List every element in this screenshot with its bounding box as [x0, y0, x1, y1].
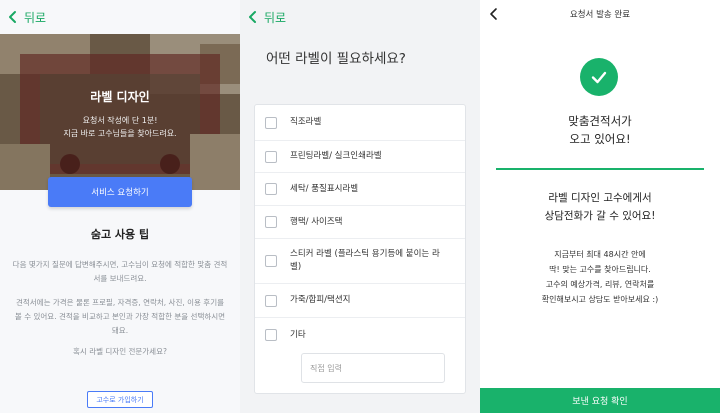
option-label: 스티커 라벨 (플라스틱 용기등에 붙이는 라벨): [290, 249, 440, 272]
hero-subtitle: 요청서 작성에 단 1분! 지금 바로 고수님들을 찾아드려요.: [0, 114, 240, 140]
option-item[interactable]: 가죽/합피/택션지: [255, 284, 465, 318]
chevron-left-icon[interactable]: [488, 7, 500, 21]
chevron-left-icon: [249, 11, 256, 23]
completion-description: 지금부터 최대 48시간 안에 딱! 맞는 고수를 찾아드립니다. 고수의 예상…: [480, 247, 720, 307]
option-label: 행택/ 사이즈택: [290, 216, 343, 227]
back-nav[interactable]: 뒤로: [0, 0, 240, 34]
option-item[interactable]: 프린팅라벨/ 실크인쇄라벨: [255, 141, 465, 173]
divider: [496, 168, 704, 170]
tips-paragraph: 다음 몇가지 질문에 답변해주시면, 고수님이 요청에 적합한 맞춤 견적서를 …: [12, 260, 228, 283]
label-type-screen: 뒤로 어떤 라벨이 필요하세요? 직조라벨 프린팅라벨/ 실크인쇄라벨 세탁/ …: [240, 0, 480, 413]
checkbox[interactable]: [265, 116, 277, 129]
checkbox[interactable]: [265, 150, 277, 163]
option-item[interactable]: 직조라벨: [255, 105, 465, 141]
view-sent-requests-button[interactable]: 보낸 요청 확인: [480, 388, 720, 413]
back-label: 뒤로: [264, 10, 287, 25]
options-card: 직조라벨 프린팅라벨/ 실크인쇄라벨 세탁/ 품질표시라벨 행택/ 사이즈택 스…: [254, 104, 466, 394]
top-bar: 요청서 발송 완료: [480, 0, 720, 28]
option-label: 가죽/합피/택션지: [290, 295, 351, 305]
hero-title: 라벨 디자인: [90, 90, 150, 104]
service-intro-screen: 뒤로 라벨 디자인 요청서 작성에 단 1분! 지금 바로 고수님들을 찾아드려…: [0, 0, 240, 413]
tips-title: 숨고 사용 팁: [90, 228, 150, 241]
checkmark-icon: [591, 71, 607, 84]
option-item[interactable]: 행택/ 사이즈택: [255, 206, 465, 239]
option-label: 세탁/ 품질표시라벨: [290, 183, 359, 194]
chevron-left-icon: [9, 11, 16, 23]
question-title: 어떤 라벨이 필요하세요?: [266, 51, 406, 67]
completion-subtitle: 라벨 디자인 고수에게서 상담전화가 갈 수 있어요!: [480, 189, 720, 225]
completion-title: 맞춤견적서가 오고 있어요!: [480, 112, 720, 148]
completion-subtitle-line: 상담전화가 갈 수 있어요!: [544, 210, 656, 222]
hero-overlay: [0, 34, 240, 190]
hero-subtitle-line: 지금 바로 고수님들을 찾아드려요.: [63, 129, 177, 138]
expert-question: 혹시 라벨 디자인 전문가세요?: [73, 347, 167, 356]
checkbox[interactable]: [265, 255, 277, 267]
checkbox[interactable]: [265, 216, 277, 228]
option-item[interactable]: 기타: [255, 318, 465, 352]
completion-title-line: 맞춤견적서가: [568, 114, 632, 128]
check-icon: [580, 58, 618, 96]
request-service-button[interactable]: 서비스 요청하기: [48, 177, 192, 207]
hero-subtitle-line: 요청서 작성에 단 1분!: [82, 116, 158, 125]
description-line: 지금부터 최대 48시간 안에: [554, 250, 646, 259]
completion-subtitle-line: 라벨 디자인 고수에게서: [548, 192, 652, 204]
tips-paragraph: 견적서에는 가격은 물론 프로필, 자격증, 연락처, 사진, 이용 후기를 볼…: [14, 298, 226, 335]
back-nav[interactable]: 뒤로: [240, 0, 480, 34]
description-line: 고수의 예상가격, 리뷰, 연락처를: [545, 280, 655, 289]
hero-image: 라벨 디자인 요청서 작성에 단 1분! 지금 바로 고수님들을 찾아드려요.: [0, 34, 240, 190]
request-complete-screen: 요청서 발송 완료 맞춤견적서가 오고 있어요! 라벨 디자인 고수에게서 상담…: [480, 0, 720, 413]
option-item[interactable]: 스티커 라벨 (플라스틱 용기등에 붙이는 라벨): [255, 239, 465, 284]
completion-title-line: 오고 있어요!: [569, 132, 631, 146]
option-item[interactable]: 세탁/ 품질표시라벨: [255, 173, 465, 206]
checkbox[interactable]: [265, 329, 277, 341]
option-label: 기타: [290, 329, 306, 340]
back-label: 뒤로: [24, 10, 47, 25]
checkbox[interactable]: [265, 294, 277, 307]
bar-title: 요청서 발송 완료: [569, 10, 631, 20]
direct-input-field[interactable]: 직접 입력: [301, 353, 445, 383]
join-as-expert-button[interactable]: 고수로 가입하기: [87, 391, 153, 408]
checkbox[interactable]: [265, 183, 277, 195]
option-label: 직조라벨: [290, 117, 322, 127]
description-line: 확인해보시고 상담도 받아보세요 :): [541, 295, 659, 304]
option-label: 프린팅라벨/ 실크인쇄라벨: [290, 151, 382, 161]
stage: 뒤로 라벨 디자인 요청서 작성에 단 1분! 지금 바로 고수님들을 찾아드려…: [0, 0, 720, 413]
description-line: 딱! 맞는 고수를 찾아드립니다.: [549, 265, 651, 274]
